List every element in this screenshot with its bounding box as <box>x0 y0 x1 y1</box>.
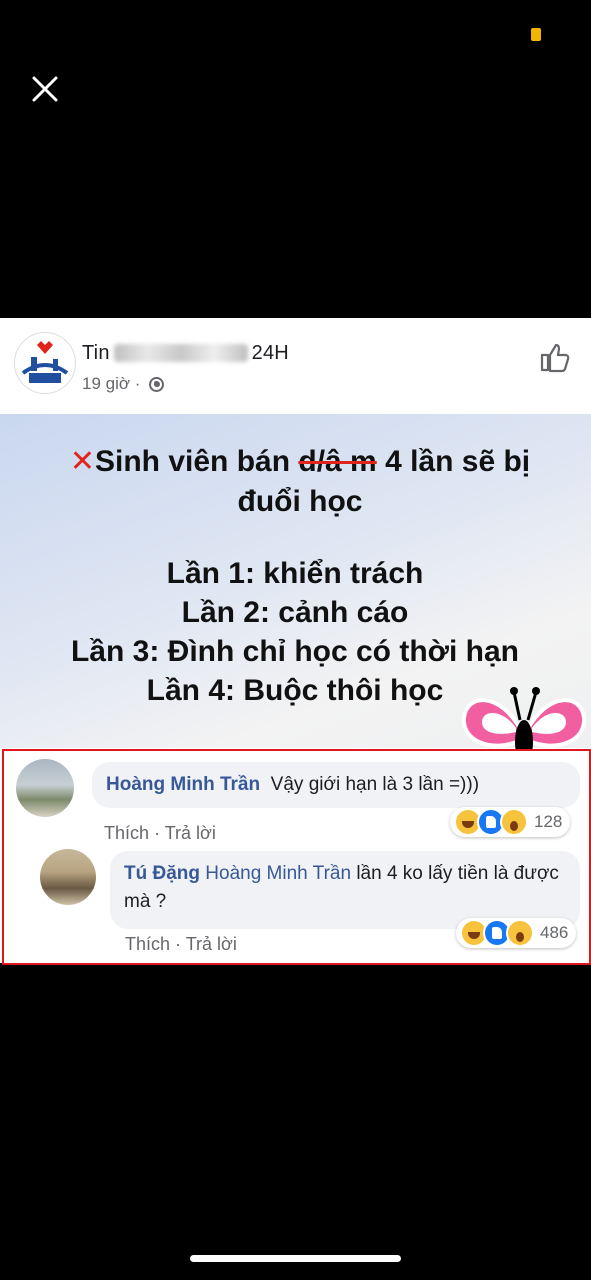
highlighted-comments: Hoàng Minh Trần Vậy giới hạn là 3 lần =)… <box>2 749 591 965</box>
page-name-suffix: 24H <box>251 342 289 364</box>
red-x-icon: ✕ <box>69 445 95 478</box>
comment-author[interactable]: Hoàng Minh Trần <box>106 774 260 795</box>
comment-actions: Thích · Trả lời <box>104 823 216 843</box>
globe-icon <box>149 377 165 392</box>
post-time-text: 19 giờ · <box>82 374 141 393</box>
status-bar-indicator <box>531 28 541 41</box>
reaction-count: 486 <box>540 923 569 942</box>
comment-reply-button[interactable]: Trả lời <box>165 823 216 843</box>
headline-start: Sinh viên bán <box>95 445 299 478</box>
avatar[interactable] <box>16 759 74 817</box>
comment-text: Vậy giới hạn là 3 lần =))) <box>270 774 480 795</box>
reaction-summary[interactable]: 486 <box>456 918 577 948</box>
redacted-name-blur <box>113 344 248 362</box>
post-timestamp[interactable]: 19 giờ · <box>82 374 165 394</box>
headline-struck: d/â m <box>298 445 377 478</box>
page-name[interactable]: Tin 24H <box>82 342 289 365</box>
reaction-summary[interactable]: 128 <box>450 807 571 837</box>
wow-icon <box>506 919 534 947</box>
home-indicator[interactable] <box>190 1255 401 1262</box>
rule-line: Lần 2: cảnh cáo <box>181 596 409 629</box>
page-name-prefix: Tin <box>82 342 110 364</box>
reaction-count: 128 <box>534 812 563 831</box>
avatar[interactable] <box>40 849 96 905</box>
like-icon[interactable] <box>538 340 572 374</box>
comment-bubble: Hoàng Minh Trần Vậy giới hạn là 3 lần =)… <box>92 762 580 808</box>
comment-like-button[interactable]: Thích <box>125 934 170 954</box>
comment-reply-button[interactable]: Trả lời <box>186 934 237 954</box>
rule-line: Lần 3: Đình chỉ học có thời hạn <box>70 635 519 668</box>
comment-author[interactable]: Tú Đặng <box>124 863 200 884</box>
page-avatar[interactable] <box>14 332 76 394</box>
rule-line: Lần 1: khiển trách <box>166 557 424 590</box>
post-header: Tin 24H 19 giờ · <box>0 318 591 414</box>
wow-icon <box>500 808 528 836</box>
image-headline: ✕Sinh viên bán d/â m 4 lần sẽ bị đuổi họ… <box>40 442 560 522</box>
comment-actions: Thích · Trả lời <box>125 934 237 954</box>
comment-like-button[interactable]: Thích <box>104 823 149 843</box>
comment-mention[interactable]: Hoàng Minh Trần <box>205 863 351 884</box>
close-icon[interactable] <box>28 72 62 106</box>
